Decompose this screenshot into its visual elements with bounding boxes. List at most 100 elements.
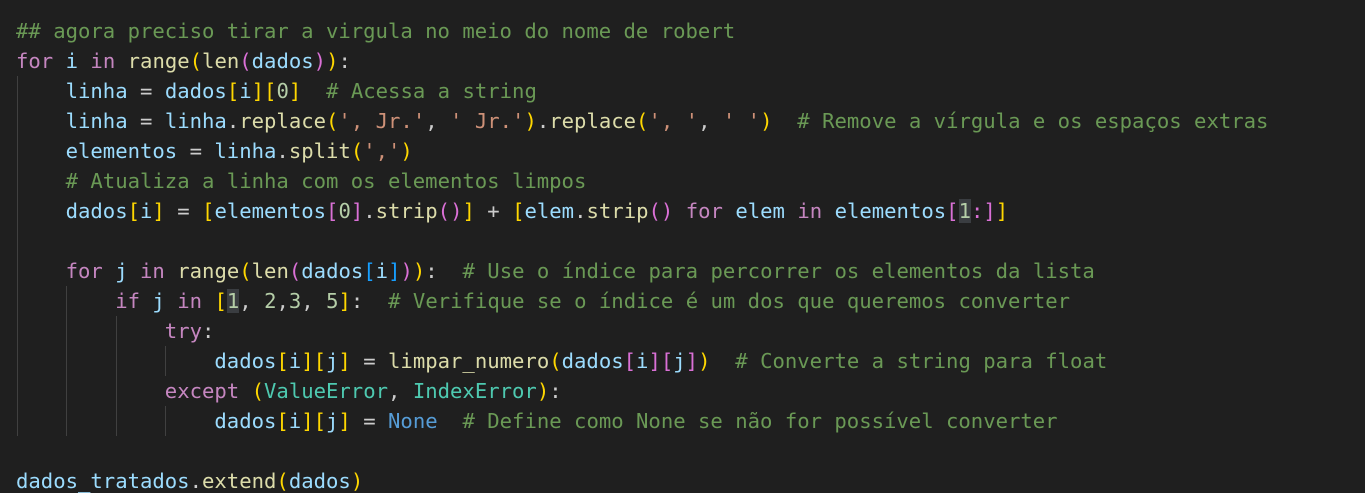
code-token: i: [636, 349, 649, 373]
code-token: split: [288, 139, 351, 163]
code-token: :: [202, 319, 215, 343]
code-token: i: [288, 409, 302, 433]
code-token: i: [288, 349, 302, 373]
code-token: (: [239, 49, 252, 73]
code-area[interactable]: ## agora preciso tirar a virgula no meio…: [16, 16, 1268, 493]
code-token: [: [326, 199, 339, 223]
code-token: (: [239, 259, 252, 283]
code-token: .: [574, 199, 587, 223]
code-token: in: [90, 49, 116, 73]
code-line: for j in range(len(dados[i])): # Use o í…: [16, 256, 1268, 286]
code-token: ): [313, 49, 327, 73]
code-editor[interactable]: ## agora preciso tirar a virgula no meio…: [0, 0, 1365, 493]
code-token: =: [350, 349, 389, 373]
code-token: ,: [425, 109, 451, 133]
code-token: for: [65, 259, 103, 283]
code-token: try: [164, 319, 202, 343]
code-token: ]: [251, 79, 265, 103]
code-line: dados[i][j] = limpar_numero(dados[i][j])…: [16, 346, 1268, 376]
code-token: =: [177, 139, 215, 163]
code-token: i: [65, 49, 79, 73]
code-token: ValueError: [264, 379, 389, 403]
code-token: ): [350, 469, 364, 493]
code-token: ]: [288, 79, 302, 103]
code-token: elem: [735, 199, 785, 223]
code-token: # Remove a vírgula e os espaços extras: [797, 109, 1269, 133]
code-token: ]: [338, 349, 351, 373]
code-token: i: [239, 79, 252, 103]
code-token: ): [536, 379, 550, 403]
code-token: ): [760, 109, 773, 133]
code-token: in: [177, 289, 203, 313]
code-token: dados: [561, 349, 624, 373]
code-token: ' Jr.': [450, 109, 525, 133]
code-token: for: [16, 49, 54, 73]
code-token: [: [276, 349, 289, 373]
code-token: (: [251, 379, 265, 403]
code-line: for i in range(len(dados)):: [16, 46, 1268, 76]
code-token: len: [251, 259, 289, 283]
code-token: [: [313, 409, 327, 433]
code-token: 1: [958, 199, 971, 223]
code-token: strip: [586, 199, 649, 223]
code-token: if: [115, 289, 141, 313]
code-token: 0: [338, 199, 351, 223]
code-token: [: [202, 199, 215, 223]
code-line: dados[i][j] = None # Define como None se…: [16, 406, 1268, 436]
code-token: +: [474, 199, 513, 223]
code-line: ## agora preciso tirar a virgula no meio…: [16, 16, 1268, 46]
code-token: (: [276, 469, 289, 493]
code-token: .: [189, 469, 202, 493]
code-token: 1: [226, 289, 240, 313]
code-token: ): [326, 49, 339, 73]
code-token: j: [673, 349, 686, 373]
code-token: ]: [388, 259, 401, 283]
code-token: ', Jr.': [338, 109, 426, 133]
code-token: replace: [549, 109, 637, 133]
code-token: =: [127, 109, 165, 133]
code-token: ]: [338, 409, 351, 433]
code-token: :: [549, 379, 562, 403]
code-token: [: [623, 349, 637, 373]
code-token: # Converte a string para float: [735, 349, 1108, 373]
code-token: (: [326, 109, 339, 133]
code-token: dados: [301, 259, 364, 283]
code-token: elementos: [65, 139, 178, 163]
code-token: ,: [698, 109, 723, 133]
code-token: [: [276, 409, 289, 433]
code-token: # Acessa a string: [326, 79, 537, 103]
code-token: ## agora preciso tirar a virgula no meio…: [16, 19, 736, 43]
code-token: i: [140, 199, 153, 223]
code-token: =: [127, 79, 165, 103]
code-token: (: [437, 199, 451, 223]
code-token: [: [214, 289, 227, 313]
code-token: elem: [524, 199, 575, 223]
code-token: 0: [276, 79, 289, 103]
code-token: dados: [214, 409, 277, 433]
code-token: ): [412, 259, 426, 283]
code-token: ',': [363, 139, 401, 163]
code-token: (: [288, 259, 302, 283]
code-line: dados_tratados.extend(dados): [16, 466, 1268, 493]
code-token: ]: [350, 199, 364, 223]
code-token: ]: [462, 199, 475, 223]
code-token: 5: [326, 289, 339, 313]
